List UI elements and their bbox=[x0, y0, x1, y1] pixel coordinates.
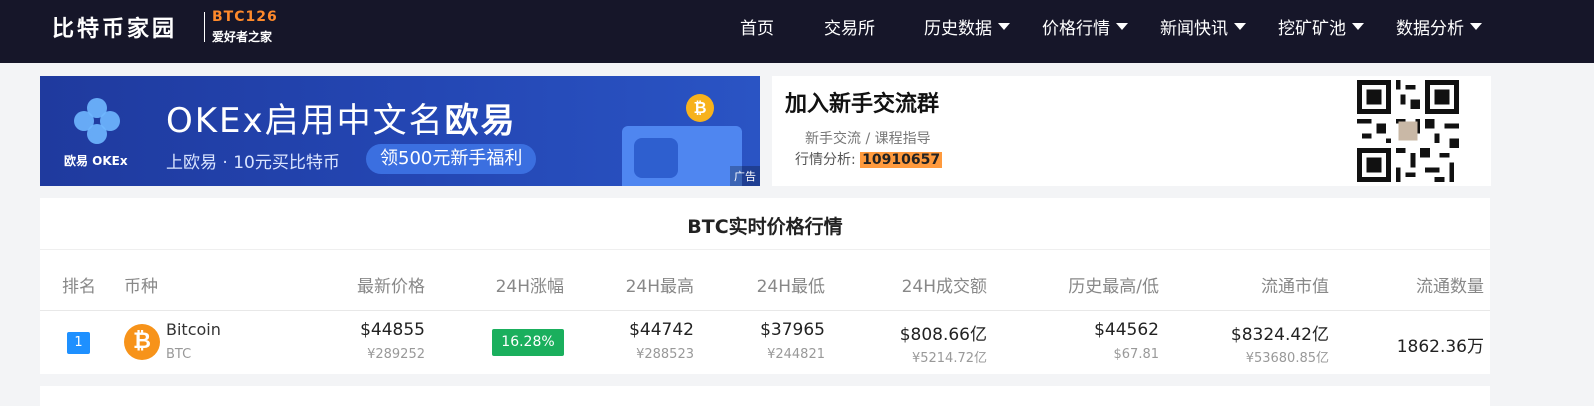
high-usd: $44742 bbox=[629, 320, 694, 340]
chevron-down-icon bbox=[1352, 22, 1364, 30]
bitcoin-coin-icon: ₿ bbox=[686, 94, 714, 122]
nav-history-data[interactable]: 历史数据 bbox=[924, 14, 1010, 39]
chevron-down-icon bbox=[1234, 22, 1246, 30]
logo-code: BTC126 bbox=[212, 9, 278, 25]
col-header-rank: 排名 bbox=[62, 277, 96, 297]
banner-title-bold: 欧易 bbox=[444, 101, 517, 141]
circulating-supply: 1862.36万 bbox=[1396, 337, 1484, 357]
nav-label: 历史数据 bbox=[924, 18, 992, 39]
all-time-high: $44562 bbox=[1094, 320, 1159, 340]
banner-title: OKEx启用中文名欧易 bbox=[166, 93, 517, 142]
card-title: BTC实时价格行情 bbox=[687, 216, 843, 238]
banner-cta[interactable]: 领500元新手福利 bbox=[366, 144, 537, 174]
coin-name[interactable]: Bitcoin bbox=[166, 320, 221, 339]
chevron-down-icon bbox=[1116, 22, 1128, 30]
divider bbox=[40, 310, 1490, 311]
col-header-coin: 币种 bbox=[124, 277, 158, 297]
join-contact-label: 行情分析: bbox=[795, 152, 856, 168]
change-badge: 16.28% bbox=[492, 329, 564, 356]
high-cny: ¥288523 bbox=[636, 347, 694, 362]
bitcoin-icon: ₿ bbox=[124, 324, 160, 360]
volume-cny: ¥5214.72亿 bbox=[911, 351, 987, 366]
join-description: 新手交流 / 课程指导 bbox=[805, 131, 931, 147]
nav-exchange[interactable]: 交易所 bbox=[824, 14, 875, 39]
nav-label: 价格行情 bbox=[1042, 18, 1110, 39]
okex-logo-icon bbox=[74, 98, 120, 144]
join-group-card: 加入新手交流群 新手交流 / 课程指导 行情分析: 10910657 bbox=[772, 76, 1491, 186]
col-header-supply[interactable]: 流通数量 bbox=[1416, 272, 1484, 297]
chevron-down-icon bbox=[1470, 22, 1482, 30]
col-header-change[interactable]: 24H涨幅 bbox=[496, 272, 564, 297]
nav-data-analysis[interactable]: 数据分析 bbox=[1396, 14, 1482, 39]
logo-tagline: 爱好者之家 bbox=[212, 30, 273, 44]
okex-banner-ad[interactable]: 欧易 OKEx OKEx启用中文名欧易 上欧易 · 10元买比特币 领500元新… bbox=[40, 76, 760, 186]
coin-symbol: BTC bbox=[166, 347, 192, 362]
divider bbox=[40, 249, 1490, 250]
market-cap-cny: ¥53680.85亿 bbox=[1245, 351, 1329, 366]
low-cny: ¥244821 bbox=[767, 347, 825, 362]
nav-label: 数据分析 bbox=[1396, 18, 1464, 39]
group-number: 10910657 bbox=[860, 152, 943, 168]
banner-title-prefix: OKEx启用中文名 bbox=[166, 101, 445, 141]
price-cny: ¥289252 bbox=[367, 347, 425, 362]
nav-price-market[interactable]: 价格行情 bbox=[1042, 14, 1128, 39]
market-cap-usd: $8324.42亿 bbox=[1230, 325, 1329, 345]
nav-label: 挖矿矿池 bbox=[1278, 18, 1346, 39]
nav-label: 交易所 bbox=[824, 18, 875, 39]
price-usd: $44855 bbox=[360, 320, 425, 340]
join-title: 加入新手交流群 bbox=[785, 92, 940, 117]
nav-label: 首页 bbox=[740, 18, 774, 39]
next-card bbox=[40, 386, 1490, 406]
nav-label: 新闻快讯 bbox=[1160, 18, 1228, 39]
top-navbar: 比特币家园 BTC126 爱好者之家 首页 交易所 历史数据 价格行情 新闻快讯… bbox=[0, 0, 1594, 63]
col-header-price[interactable]: 最新价格 bbox=[357, 272, 425, 297]
site-logo[interactable]: 比特币家园 bbox=[52, 11, 177, 43]
col-header-volume[interactable]: 24H成交额 bbox=[902, 272, 987, 297]
col-header-market-cap[interactable]: 流通市值 bbox=[1261, 272, 1329, 297]
nav-news-flash[interactable]: 新闻快讯 bbox=[1160, 14, 1246, 39]
qr-code-icon bbox=[1357, 80, 1459, 182]
banner-subtitle: 上欧易 · 10元买比特币 bbox=[166, 153, 340, 173]
col-header-ath-atl[interactable]: 历史最高/低 bbox=[1068, 272, 1159, 297]
volume-usd: $808.66亿 bbox=[899, 325, 987, 345]
btc-price-card: BTC实时价格行情 排名 币种 最新价格 24H涨幅 24H最高 24H最低 2… bbox=[40, 198, 1490, 374]
col-header-high[interactable]: 24H最高 bbox=[626, 272, 694, 297]
ad-tag: 广告 bbox=[730, 166, 760, 186]
all-time-low: $67.81 bbox=[1113, 347, 1160, 362]
rank-badge: 1 bbox=[67, 332, 90, 354]
join-contact: 行情分析: 10910657 bbox=[795, 149, 943, 169]
lock-icon bbox=[634, 138, 678, 178]
nav-mining-pool[interactable]: 挖矿矿池 bbox=[1278, 14, 1364, 39]
nav-home[interactable]: 首页 bbox=[740, 14, 774, 39]
low-usd: $37965 bbox=[760, 320, 825, 340]
chevron-down-icon bbox=[998, 22, 1010, 30]
logo-divider bbox=[204, 12, 205, 42]
col-header-low[interactable]: 24H最低 bbox=[757, 272, 825, 297]
banner-brand: 欧易 OKEx bbox=[64, 154, 128, 168]
